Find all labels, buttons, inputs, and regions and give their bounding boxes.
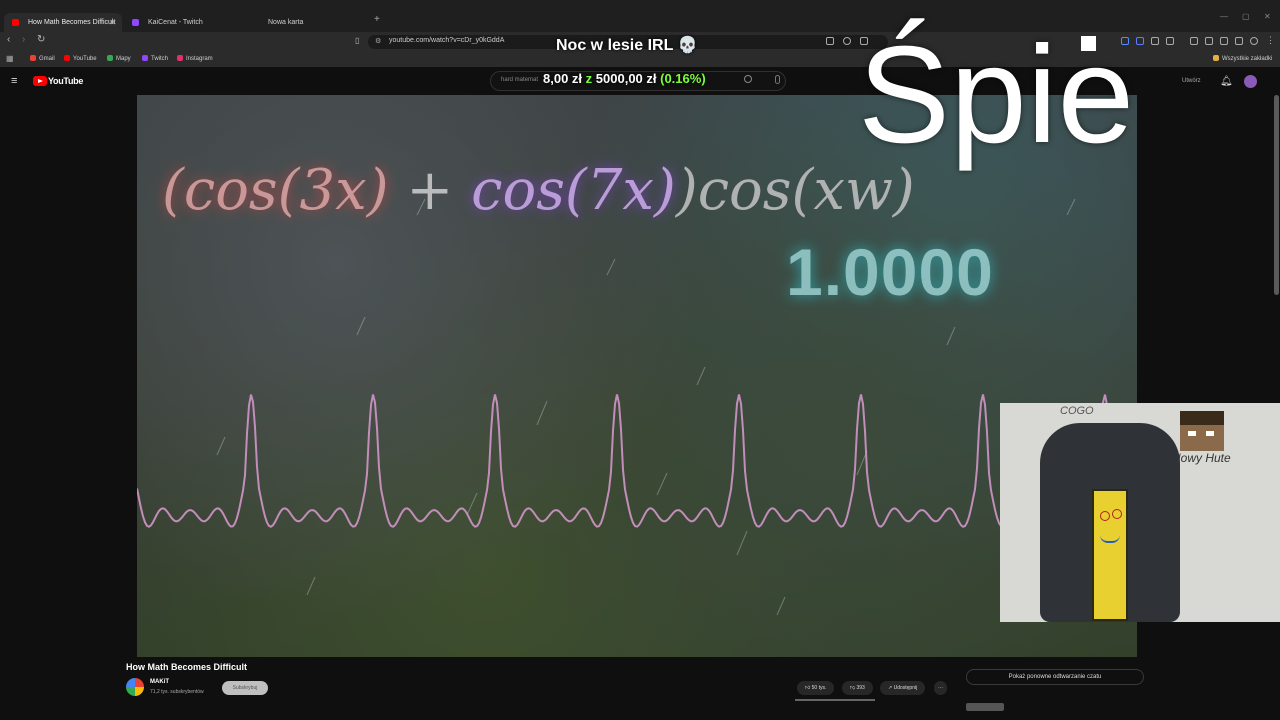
share-button[interactable]: ↗ Udostępnij xyxy=(880,681,926,695)
subscribe-button[interactable]: Subskrybuj xyxy=(222,681,268,695)
forward-arrow-icon[interactable]: › xyxy=(22,34,25,45)
bookmark-instagram[interactable]: Instagram xyxy=(177,55,213,62)
goal-separator: z xyxy=(585,71,593,86)
chip[interactable] xyxy=(966,703,1004,711)
thumbs-down-icon: 👎︎ xyxy=(850,685,856,691)
tab-youtube[interactable]: How Math Becomes Difficult ✕ xyxy=(4,13,122,32)
cast-icon[interactable] xyxy=(826,37,834,45)
plank-figure xyxy=(1092,489,1128,621)
bookmark-label: Gmail xyxy=(39,56,55,62)
create-button[interactable]: Utwórz xyxy=(1182,78,1201,84)
page-scrollbar[interactable] xyxy=(1274,95,1279,295)
search-input[interactable]: hard matemat xyxy=(501,77,538,83)
webcam-wall-text: COGO xyxy=(1060,405,1094,417)
subscriber-count: 71,2 tys. subskrybentów xyxy=(150,689,204,695)
bookmark-label: Mapy xyxy=(116,56,131,62)
tab-title: How Math Becomes Difficult xyxy=(28,19,116,26)
minecraft-head-picture xyxy=(1180,411,1224,451)
video-title: How Math Becomes Difficult xyxy=(126,662,248,672)
parameter-value: 1.0000 xyxy=(786,235,994,309)
bookmark-gmail[interactable]: Gmail xyxy=(30,55,55,62)
search-icon[interactable] xyxy=(744,75,752,83)
dislike-count: 393 xyxy=(856,685,865,691)
like-count: 50 tys. xyxy=(811,685,827,691)
dislike-button[interactable]: 👎︎ 393 xyxy=(842,681,873,695)
youtube-favicon-icon xyxy=(12,19,19,26)
notifications-bell-icon[interactable]: 🔔︎ xyxy=(1220,76,1233,87)
apps-grid-icon[interactable]: ▦ xyxy=(6,54,14,63)
bookmark-label: Twitch xyxy=(151,56,169,62)
show-chat-replay-button[interactable]: Pokaż ponowne odtwarzanie czatu xyxy=(966,669,1144,685)
bookmark-twitch[interactable]: Twitch xyxy=(142,55,168,62)
thumbs-up-icon: 👍︎ xyxy=(805,685,811,691)
big-status-text: Śpie xyxy=(858,18,1135,172)
back-arrow-icon[interactable]: ‹ xyxy=(7,34,10,45)
youtube-logo-icon[interactable] xyxy=(33,76,47,86)
side-panel-icon[interactable] xyxy=(1220,37,1228,45)
goal-percent: (0.16%) xyxy=(660,71,706,86)
maximize-icon[interactable]: ▢ xyxy=(1242,12,1250,21)
webcam-sign-text: Nowy Hute xyxy=(1172,451,1231,465)
tab-title: KaiCenat - Twitch xyxy=(148,19,203,26)
all-bookmarks[interactable]: Wszystkie zakładki xyxy=(1213,55,1272,62)
folder-icon xyxy=(1213,55,1219,61)
bookmark-mapy[interactable]: Mapy xyxy=(107,55,131,62)
microphone-icon[interactable] xyxy=(775,75,780,84)
channel-name[interactable]: MAKiT xyxy=(150,679,169,685)
close-tab-icon[interactable]: ✕ xyxy=(109,13,116,32)
close-window-icon[interactable]: ✕ xyxy=(1264,12,1271,21)
tab-twitch[interactable]: KaiCenat - Twitch xyxy=(124,13,242,32)
media-control-icon[interactable] xyxy=(1190,37,1198,45)
profile-icon[interactable] xyxy=(1250,37,1258,45)
tab-title: Nowa karta xyxy=(268,19,304,26)
reading-list-icon[interactable] xyxy=(1205,37,1213,45)
maps-icon xyxy=(107,55,113,61)
menu-hamburger-icon[interactable]: ≡ xyxy=(11,75,17,87)
bookmark-youtube[interactable]: YouTube xyxy=(64,55,97,62)
site-info-icon[interactable]: ⚙ xyxy=(375,37,381,45)
gmail-icon xyxy=(30,55,36,61)
url-text[interactable]: youtube.com/watch?v=cDr_y0kGddA xyxy=(389,37,504,44)
like-ratio-bar xyxy=(795,699,875,701)
twitch-icon xyxy=(142,55,148,61)
bookmark-star-icon[interactable]: ▯ xyxy=(355,36,359,45)
like-button[interactable]: 👍︎ 50 tys. xyxy=(797,681,835,695)
reload-icon[interactable]: ↻ xyxy=(37,34,45,45)
channel-avatar[interactable] xyxy=(126,678,144,696)
math-formula: (cos(3x) + cos(7x))cos(xw) xyxy=(162,158,915,223)
donation-goal-overlay: 8,00 zł z 5000,00 zł (0.16%) xyxy=(543,71,706,86)
goal-current: 8,00 zł xyxy=(543,71,583,86)
zoom-icon[interactable] xyxy=(843,37,851,45)
tab-new[interactable]: Nowa karta xyxy=(244,13,362,32)
extension-icon[interactable] xyxy=(1151,37,1159,45)
bookmark-label: Wszystkie zakładki xyxy=(1222,56,1273,62)
account-avatar[interactable] xyxy=(1244,75,1257,88)
waveform-plot xyxy=(137,394,1137,528)
new-tab-plus-icon[interactable]: + xyxy=(374,14,380,25)
share-arrow-icon: ↗ xyxy=(888,685,893,691)
twitch-favicon-icon xyxy=(132,19,139,26)
webcam-feed: COGO Nowy Hute xyxy=(1000,403,1280,622)
formula-part-cos3x: (cos(3x) xyxy=(162,158,389,223)
stream-title-overlay: Noc w lesie IRL 💀 xyxy=(556,37,698,54)
minimize-icon[interactable]: — xyxy=(1220,12,1228,21)
extensions-puzzle-icon[interactable] xyxy=(1235,37,1243,45)
formula-part-plus: + xyxy=(388,158,472,223)
bookmark-label: Instagram xyxy=(186,56,213,62)
formula-part-cos7x: cos(7x) xyxy=(471,158,676,223)
youtube-icon xyxy=(64,55,70,61)
youtube-wordmark[interactable]: YouTube xyxy=(48,76,83,86)
browser-menu-icon[interactable]: ⋮ xyxy=(1266,35,1275,46)
more-actions-button[interactable]: ··· xyxy=(934,681,947,695)
goal-target: 5000,00 zł xyxy=(595,71,657,86)
bookmark-label: YouTube xyxy=(73,56,97,62)
extension-icon[interactable] xyxy=(1166,37,1174,45)
share-label: Udostępnij xyxy=(893,685,918,691)
instagram-icon xyxy=(177,55,183,61)
extension-icon[interactable] xyxy=(1136,37,1144,45)
